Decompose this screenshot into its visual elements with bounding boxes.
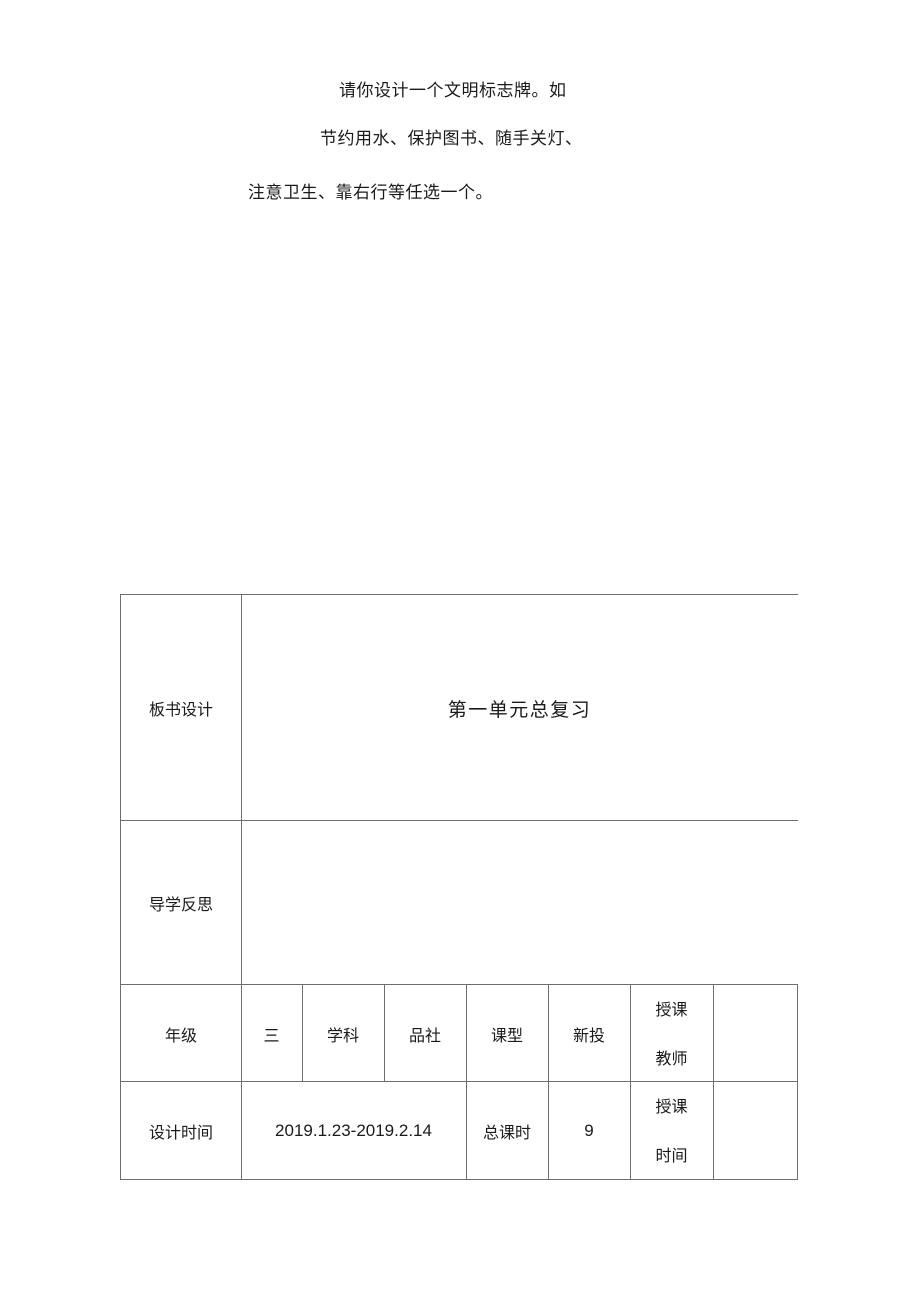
- class-time-label-cell: 授课 时间: [630, 1081, 714, 1180]
- subject-label: 学科: [326, 1025, 359, 1045]
- class-time-value-cell: [713, 1081, 798, 1180]
- grade-label-cell: 年级: [120, 984, 242, 1082]
- total-hours-value: 9: [584, 1120, 594, 1140]
- class-time-label-line1: 授课: [655, 1096, 688, 1116]
- lesson-type-value: 新投: [572, 1025, 605, 1045]
- lesson-type-value-cell: 新投: [548, 984, 631, 1082]
- total-hours-label-cell: 总课时: [466, 1081, 549, 1180]
- class-time-label-line2: 时间: [655, 1145, 688, 1165]
- reflection-label-cell: 导学反思: [120, 820, 242, 985]
- subject-label-cell: 学科: [302, 984, 385, 1082]
- grade-value-cell: 三: [241, 984, 303, 1082]
- grade-label: 年级: [164, 1025, 197, 1045]
- grade-value: 三: [263, 1025, 280, 1045]
- subject-value-cell: 品社: [384, 984, 467, 1082]
- board-design-title: 第一单元总复习: [447, 698, 592, 721]
- instruction-line-2: 节约用水、保护图书、随手关灯、: [320, 129, 583, 149]
- board-design-label-cell: 板书设计: [120, 594, 242, 821]
- design-time-value: 2019.1.23-2019.2.14: [275, 1120, 432, 1140]
- reflection-label: 导学反思: [148, 895, 213, 914]
- teacher-label-cell: 授课 教师: [630, 984, 714, 1082]
- subject-value: 品社: [408, 1025, 441, 1045]
- instruction-line-3: 注意卫生、靠右行等任选一个。: [248, 183, 493, 203]
- total-hours-value-cell: 9: [548, 1081, 631, 1180]
- board-design-content-cell: 第一单元总复习: [241, 594, 798, 821]
- instruction-line-1: 请你设计一个文明标志牌。如: [339, 81, 567, 101]
- reflection-content-cell: [241, 820, 798, 985]
- teacher-value-cell: [713, 984, 798, 1082]
- total-hours-label: 总课时: [482, 1122, 531, 1142]
- teacher-label-line2: 教师: [655, 1048, 688, 1068]
- design-time-value-cell: 2019.1.23-2019.2.14: [241, 1081, 467, 1180]
- board-design-label: 板书设计: [148, 700, 213, 719]
- lesson-type-label-cell: 课型: [466, 984, 549, 1082]
- lesson-type-label: 课型: [490, 1025, 523, 1045]
- design-time-label: 设计时间: [148, 1122, 213, 1142]
- design-time-label-cell: 设计时间: [120, 1081, 242, 1180]
- teacher-label-line1: 授课: [655, 999, 688, 1019]
